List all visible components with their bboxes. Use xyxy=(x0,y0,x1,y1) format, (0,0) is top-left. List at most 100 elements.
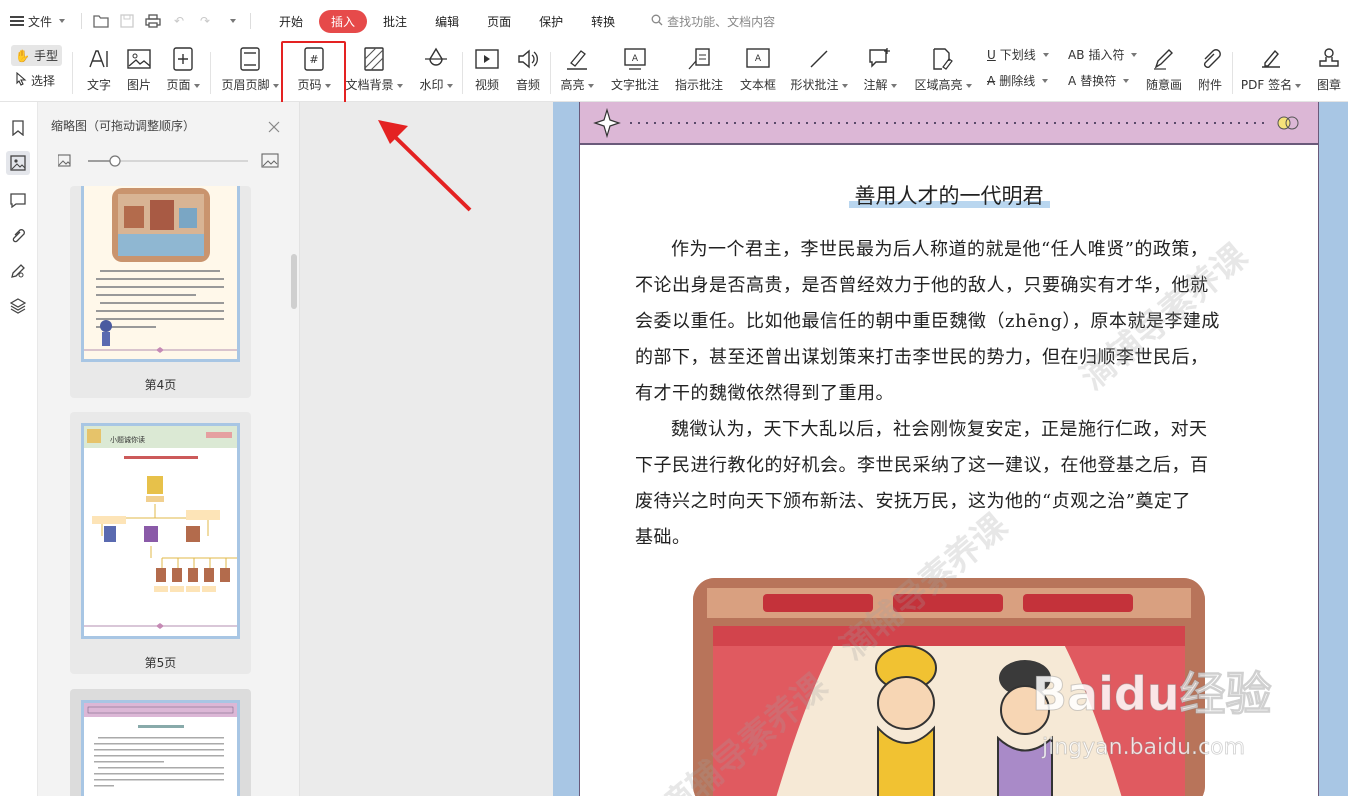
watermark-label: 水印 xyxy=(419,76,453,93)
shape-note-label: 形状批注 xyxy=(790,76,848,93)
save-icon[interactable] xyxy=(114,9,140,33)
search-box[interactable]: 查找功能、文档内容 xyxy=(651,13,775,30)
replace-char-button[interactable]: A 替换符 xyxy=(1068,72,1130,89)
background-button[interactable]: 文档背景 xyxy=(345,44,403,98)
paragraph-line: 下子民进行教化的好机会。李世民采纳了这一建议，在他登基之后，百 xyxy=(635,455,1209,476)
page-insert-button[interactable]: 页面 xyxy=(163,44,203,98)
hamburger-icon xyxy=(10,16,24,26)
signature-panel-icon[interactable] xyxy=(6,259,30,283)
thumbnail-page-4-image xyxy=(81,186,240,362)
watermark-button[interactable]: 水印 xyxy=(416,44,456,98)
video-button[interactable]: 视频 xyxy=(472,44,502,98)
strikethrough-button[interactable]: A 删除线 xyxy=(987,72,1049,89)
baidu-jingyan-logo: Baidu经验 jingyan.baidu.com xyxy=(1022,648,1282,768)
underline-button[interactable]: U 下划线 xyxy=(987,46,1049,63)
tab-edit[interactable]: 编辑 xyxy=(423,10,471,33)
thumbnail-page-5-heading: 小题诚你读 xyxy=(110,435,145,444)
more-dropdown-icon[interactable] xyxy=(218,9,244,33)
text-note-button[interactable]: A 文字批注 xyxy=(610,44,660,98)
pdf-sign-label: PDF 签名 xyxy=(1241,76,1302,93)
stamp-icon xyxy=(1317,44,1341,74)
insert-caret-icon: AB xyxy=(1068,47,1085,62)
select-tool-button[interactable]: 选择 xyxy=(15,71,56,89)
textbox-label: 文本框 xyxy=(739,78,776,92)
open-folder-icon[interactable] xyxy=(88,9,114,33)
red-arrow-annotation xyxy=(378,120,472,212)
thumbnail-page-5-image: 小题诚你读 xyxy=(81,423,240,639)
page-header-band xyxy=(580,102,1318,145)
hand-tool-button[interactable]: ✋ 手型 xyxy=(11,45,62,66)
speaker-icon xyxy=(516,44,540,74)
stamp-button[interactable]: 图章 xyxy=(1314,44,1344,98)
replace-char-label: 替换符 xyxy=(1080,74,1117,88)
highlight-label: 高亮 xyxy=(560,76,594,93)
tab-home[interactable]: 开始 xyxy=(267,10,315,33)
paragraph-line: 废待兴之时向天下颁布新法、安抚万民，这为他的“贞观之治”奠定了 xyxy=(635,491,1191,512)
thumbnail-scrollbar[interactable] xyxy=(291,254,297,309)
attachment-label: 附件 xyxy=(1197,78,1222,92)
thumbnail-page-6-image xyxy=(81,700,240,796)
layers-icon[interactable] xyxy=(6,294,30,318)
pen-icon xyxy=(1152,44,1176,74)
undo-icon[interactable]: ↶ xyxy=(166,9,192,33)
freehand-label: 随意画 xyxy=(1145,78,1182,92)
highlight-button[interactable]: 高亮 xyxy=(558,44,596,98)
pointer-note-icon xyxy=(687,44,711,74)
pdf-sign-button[interactable]: PDF 签名 xyxy=(1240,44,1302,98)
image-button[interactable]: 图片 xyxy=(124,44,154,98)
tab-insert[interactable]: 插入 xyxy=(319,9,368,33)
comment-list-icon[interactable] xyxy=(6,188,30,212)
baidu-url-text: jingyan.baidu.com xyxy=(1041,735,1245,760)
text-button[interactable]: 文字 xyxy=(84,44,114,98)
paragraph-line: 会委以重任。比如他最信任的朝中重臣魏徵（zhēng），原本就是李建成 xyxy=(635,311,1220,332)
file-menu[interactable]: 文件 xyxy=(0,9,75,33)
select-tool-label: 选择 xyxy=(31,74,56,88)
strikethrough-label: 删除线 xyxy=(999,74,1036,88)
thumbnail-page-4[interactable]: 第4页 xyxy=(70,186,251,398)
area-highlight-button[interactable]: 区域高亮 xyxy=(914,44,972,98)
audio-button[interactable]: 音频 xyxy=(513,44,543,98)
divider xyxy=(1232,52,1233,94)
close-icon[interactable] xyxy=(268,118,280,133)
underline-icon: U xyxy=(987,47,996,62)
insert-char-button[interactable]: AB 插入符 xyxy=(1068,46,1138,63)
shape-note-button[interactable]: 形状批注 xyxy=(790,44,848,98)
header-footer-icon xyxy=(240,44,260,74)
comment-button[interactable]: 注解 xyxy=(862,44,898,98)
header-footer-label: 页眉页脚 xyxy=(221,76,279,93)
header-footer-button[interactable]: 页眉页脚 xyxy=(220,44,280,98)
attachment-list-icon[interactable] xyxy=(6,223,30,247)
redo-icon[interactable]: ↷ xyxy=(192,9,218,33)
tab-convert[interactable]: 转换 xyxy=(579,10,627,33)
thumbnail-page-5[interactable]: 小题诚你读 第5页 xyxy=(70,412,251,674)
tab-page[interactable]: 页面 xyxy=(475,10,523,33)
thumbnail-icon[interactable] xyxy=(6,151,30,175)
chevron-down-icon xyxy=(59,19,66,23)
pointer-note-button[interactable]: 指示批注 xyxy=(674,44,724,98)
insert-ribbon: ✋ 手型 选择 文字 图片 页面 页眉页脚 # 页码 文档背景 水印 视频 音频… xyxy=(0,42,1348,102)
print-icon[interactable] xyxy=(140,9,166,33)
hand-icon: ✋ xyxy=(15,48,30,63)
ribbon-tabs: 开始 插入 批注 编辑 页面 保护 转换 xyxy=(267,9,631,33)
search-placeholder: 查找功能、文档内容 xyxy=(667,14,776,29)
document-title: 善用人才的一代明君 xyxy=(580,180,1318,210)
strikethrough-icon: A xyxy=(987,73,996,88)
thumbnail-page-6[interactable] xyxy=(70,689,251,796)
menu-bar: 文件 ↶ ↷ 开始 插入 批注 编辑 页面 保护 转换 查找功能、文档内容 xyxy=(0,0,1348,42)
bookmark-icon[interactable] xyxy=(6,116,30,140)
comment-plus-icon xyxy=(868,44,892,74)
thumbnail-page-5-label: 第5页 xyxy=(144,656,177,670)
attachment-button[interactable]: 附件 xyxy=(1195,44,1225,98)
textbox-icon: A xyxy=(746,44,770,74)
paragraph-line: 基础。 xyxy=(635,527,691,548)
file-menu-label: 文件 xyxy=(28,14,53,29)
paragraph-2: 魏徵认为，天下大乱以后，社会刚恢复安定，正是施行仁政，对天 下子民进行教化的好机… xyxy=(635,412,1265,556)
textbox-button[interactable]: A 文本框 xyxy=(738,44,778,98)
text-insert-icon xyxy=(87,44,111,74)
freehand-button[interactable]: 随意画 xyxy=(1144,44,1184,98)
cursor-icon xyxy=(15,71,27,89)
tab-protect[interactable]: 保护 xyxy=(527,10,575,33)
signature-icon xyxy=(1259,44,1283,74)
paragraph-1: 作为一个君主，李世民最为后人称道的就是他“任人唯贤”的政策， 不论出身是否高贵，… xyxy=(635,232,1265,412)
tab-comment[interactable]: 批注 xyxy=(371,10,419,33)
